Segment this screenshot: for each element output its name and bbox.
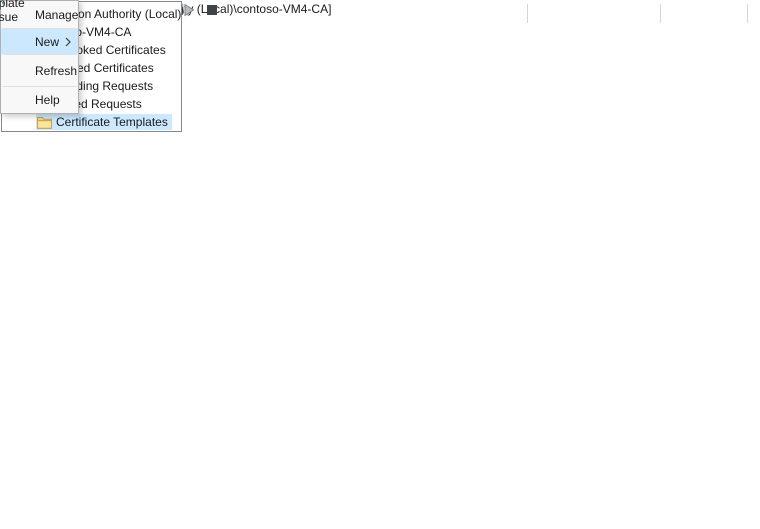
play-icon[interactable] — [181, 2, 197, 18]
context-menu-item-refresh[interactable]: Refresh — [1, 55, 78, 86]
statusbar-divider — [660, 4, 661, 23]
statusbar-divider — [527, 4, 528, 23]
context-menu-item-label: Help — [35, 93, 60, 107]
submenu-item-label: Certificate Template to Issue — [0, 0, 30, 24]
statusbar-divider — [747, 4, 748, 23]
context-submenu: Certificate Template to Issue — [0, 0, 2, 2]
context-menu-item-label: Manage — [35, 8, 78, 22]
tree-selection-highlight: Certificate Templates — [36, 114, 172, 130]
submenu-arrow-icon — [65, 37, 71, 47]
context-menu-item-label: New — [35, 35, 59, 49]
stop-icon[interactable] — [204, 2, 220, 18]
tree-item-label: Certificate Templates — [56, 115, 168, 129]
context-menu-item-help[interactable]: Help — [1, 87, 78, 113]
submenu-item-certificate-template-to-issue[interactable]: Certificate Template to Issue — [2, 2, 4, 4]
context-menu-item-new[interactable]: New — [1, 29, 78, 54]
context-menu-item-label: Refresh — [35, 64, 77, 78]
tree-item-certificate-templates[interactable]: Certificate Templates — [2, 113, 181, 131]
folder-icon — [37, 116, 52, 129]
